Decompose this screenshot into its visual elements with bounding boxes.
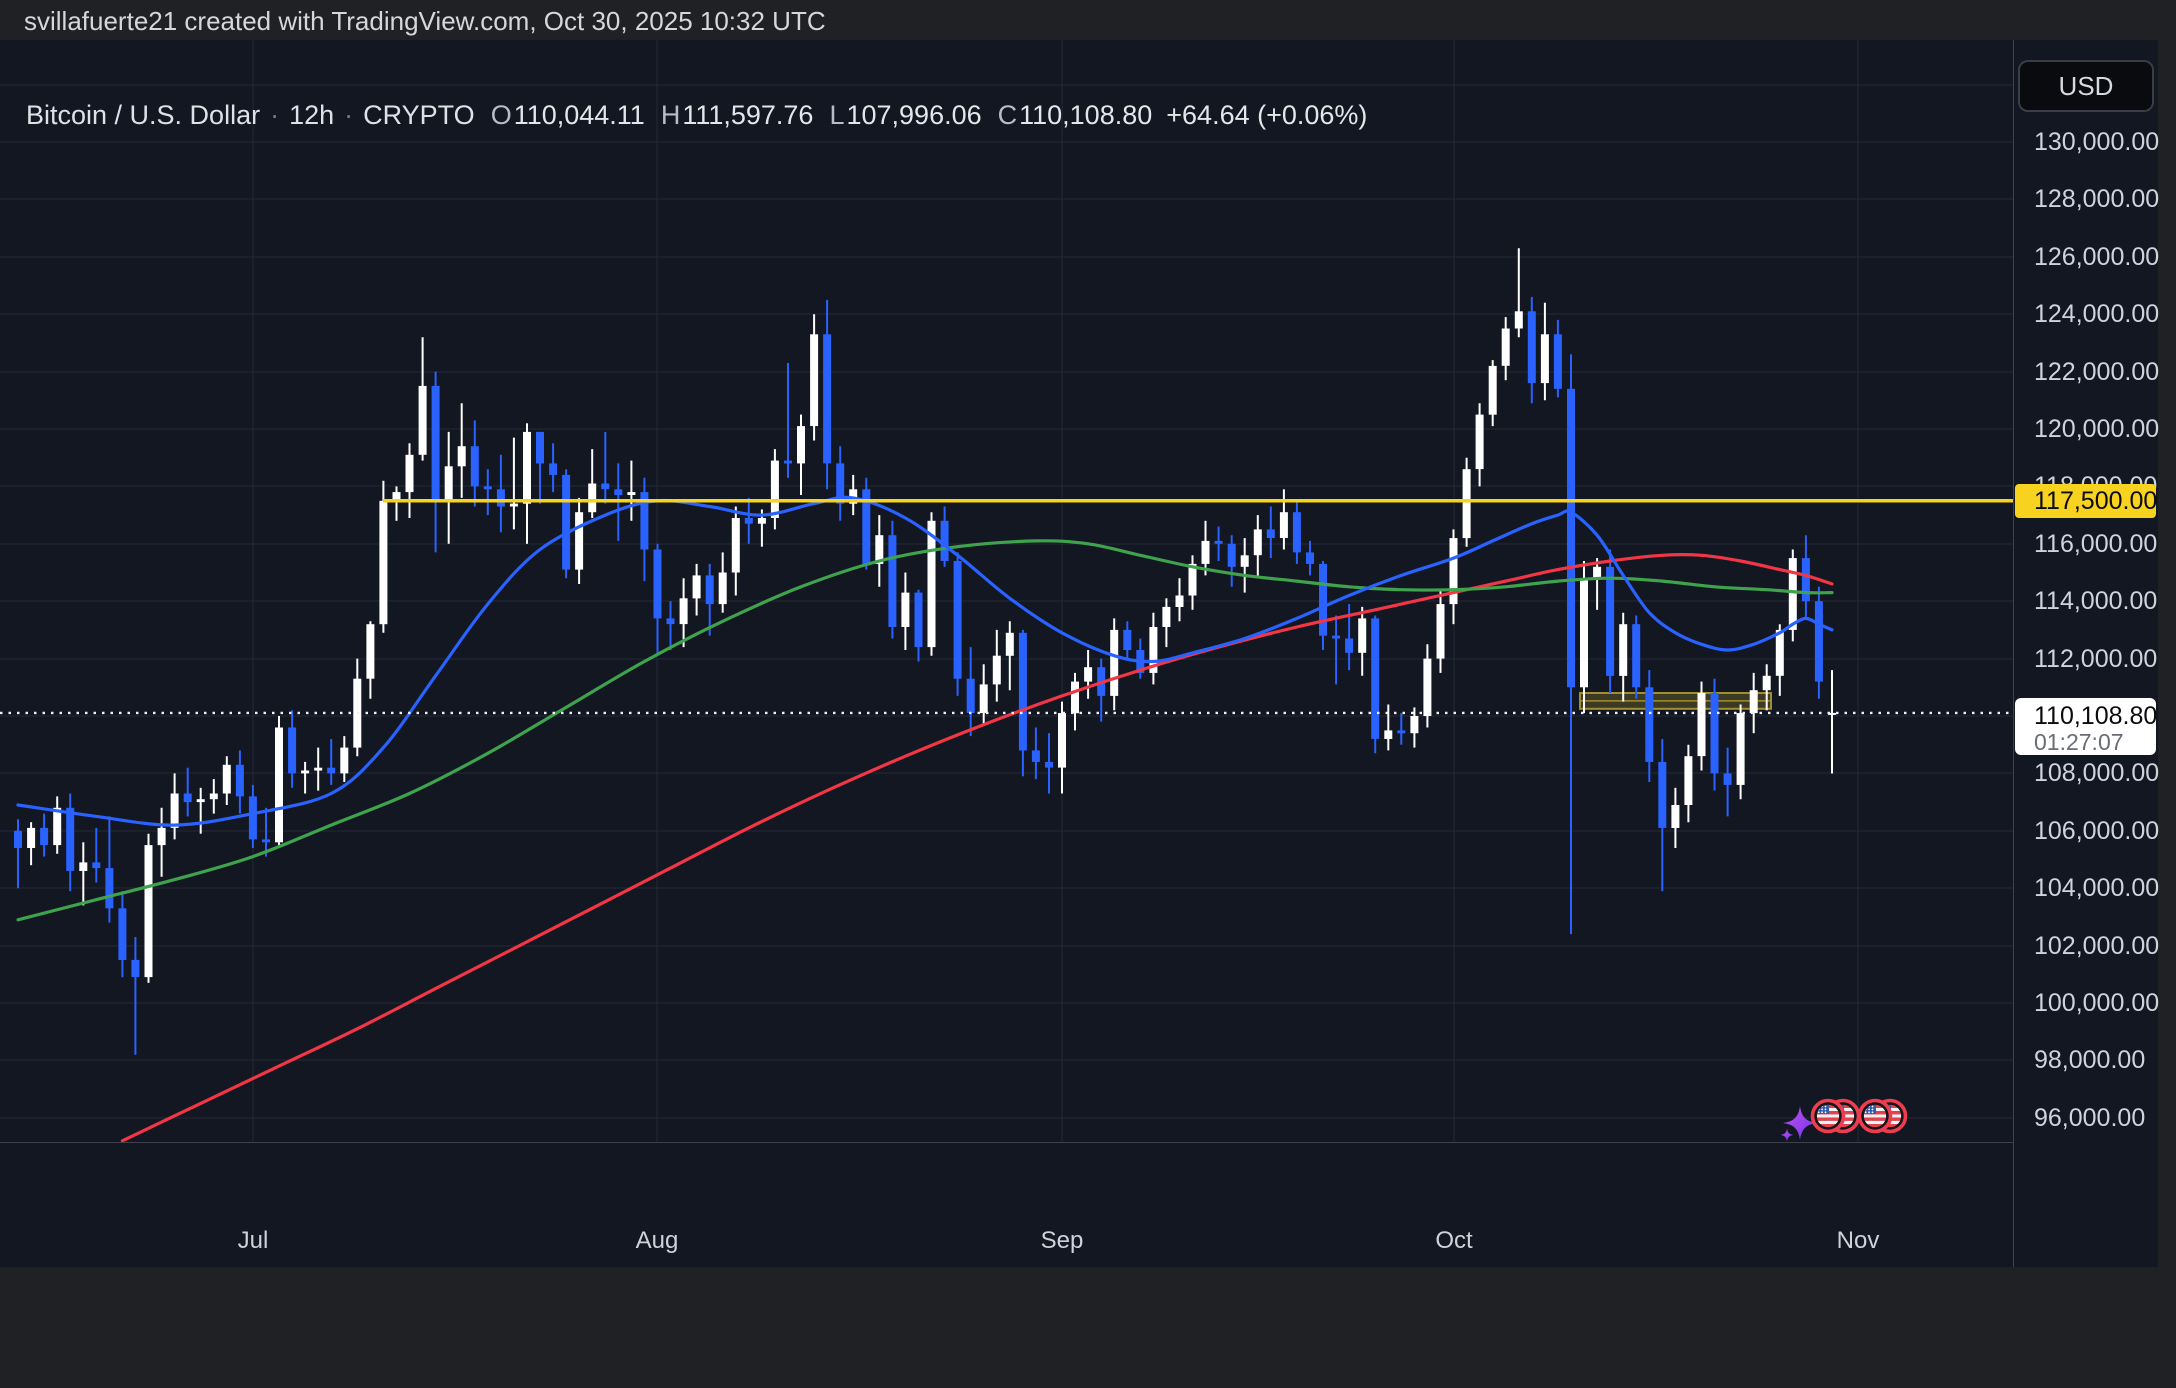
range-box-drawing[interactable] xyxy=(1580,693,1771,709)
month-tick-label: Oct xyxy=(1414,1227,1494,1255)
close-value: 110,108.80 xyxy=(1019,100,1152,130)
price-tick-label: 124,000.00 xyxy=(2034,299,2159,329)
current-price-value: 110,108.80 xyxy=(2034,702,2156,731)
open-key: O xyxy=(491,100,512,130)
price-tick-label: 106,000.00 xyxy=(2034,816,2159,846)
attribution-text: svillafuerte21 created with TradingView.… xyxy=(24,6,826,36)
tradingview-snapshot: svillafuerte21 created with TradingView.… xyxy=(0,0,2176,1388)
current-price-label: 110,108.80 01:27:07 xyxy=(2015,698,2156,755)
price-tick-label: 100,000.00 xyxy=(2034,988,2159,1018)
open-value: 110,044.11 xyxy=(514,100,645,130)
low-value: 107,996.06 xyxy=(846,100,981,130)
time-axis[interactable]: Jul Aug Sep Oct Nov xyxy=(0,1142,2013,1268)
us-flag-event-icon[interactable] xyxy=(1860,1101,1906,1132)
us-flag-event-icon[interactable] xyxy=(1813,1101,1859,1132)
footer: TradingView xyxy=(0,1267,2176,1388)
price-tick-label: 126,000.00 xyxy=(2034,242,2159,272)
price-tick-label: 122,000.00 xyxy=(2034,357,2159,387)
price-tick-label: 128,000.00 xyxy=(2034,184,2159,214)
close-key: C xyxy=(998,100,1018,130)
candlestick-series xyxy=(14,248,1836,1055)
symbol-legend: Bitcoin / U.S. Dollar·12h·CRYPTOO110,044… xyxy=(26,100,1367,131)
symbol-name: Bitcoin / U.S. Dollar xyxy=(26,100,260,130)
yellow-level-price-label[interactable]: 117,500.00 xyxy=(2015,484,2156,518)
currency-toggle-button[interactable]: USD xyxy=(2018,60,2154,112)
interval-label: 12h xyxy=(289,100,334,130)
low-key: L xyxy=(829,100,844,130)
grid-lines xyxy=(0,40,2013,1142)
price-tick-label: 116,000.00 xyxy=(2034,529,2157,559)
price-tick-label: 112,000.00 xyxy=(2034,644,2157,674)
price-tick-label: 98,000.00 xyxy=(2034,1045,2145,1075)
month-tick-label: Aug xyxy=(617,1227,697,1255)
price-tick-label: 108,000.00 xyxy=(2034,758,2159,788)
chart-pane[interactable]: Bitcoin / U.S. Dollar·12h·CRYPTOO110,044… xyxy=(0,40,2013,1142)
month-tick-label: Nov xyxy=(1818,1227,1898,1255)
price-tick-label: 114,000.00 xyxy=(2034,586,2157,616)
price-tick-label: 130,000.00 xyxy=(2034,127,2159,157)
change-value: +64.64 (+0.06%) xyxy=(1166,100,1367,130)
price-tick-label: 120,000.00 xyxy=(2034,414,2159,444)
ma-fast-line xyxy=(18,497,1832,825)
price-tick-label: 104,000.00 xyxy=(2034,873,2159,903)
price-tick-label: 96,000.00 xyxy=(2034,1103,2145,1133)
month-tick-label: Jul xyxy=(213,1227,293,1255)
price-tick-label: 102,000.00 xyxy=(2034,931,2159,961)
chart-canvas[interactable] xyxy=(0,40,2013,1142)
high-value: 111,597.76 xyxy=(682,100,813,130)
high-key: H xyxy=(661,100,681,130)
bar-countdown: 01:27:07 xyxy=(2034,729,2156,756)
month-tick-label: Sep xyxy=(1022,1227,1102,1255)
market-label: CRYPTO xyxy=(363,100,475,130)
price-axis[interactable]: USD 117,500.00 110,108.80 01:27:07 130,0… xyxy=(2013,40,2158,1267)
ma-slow-line xyxy=(122,555,1832,1141)
